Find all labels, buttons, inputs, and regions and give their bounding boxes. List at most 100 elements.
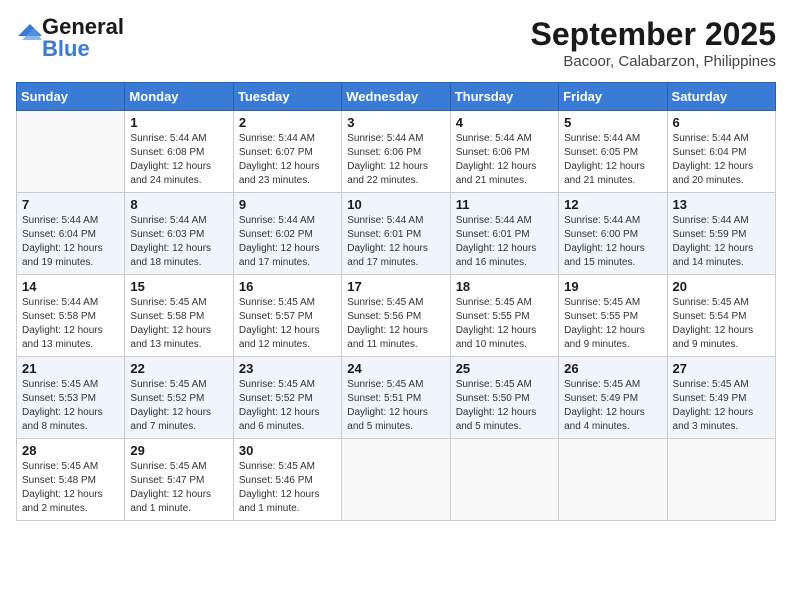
day-number: 8 xyxy=(130,197,227,212)
calendar-cell: 22Sunrise: 5:45 AM Sunset: 5:52 PM Dayli… xyxy=(125,357,233,439)
day-info: Sunrise: 5:45 AM Sunset: 5:55 PM Dayligh… xyxy=(564,296,661,352)
day-number: 13 xyxy=(673,197,770,212)
day-info: Sunrise: 5:45 AM Sunset: 5:54 PM Dayligh… xyxy=(673,296,770,352)
day-info: Sunrise: 5:45 AM Sunset: 5:55 PM Dayligh… xyxy=(456,296,553,352)
logo-icon xyxy=(18,20,42,44)
day-info: Sunrise: 5:45 AM Sunset: 5:51 PM Dayligh… xyxy=(347,378,444,434)
calendar-cell: 21 Sunrise: 5:45 AM Sunset: 5:53 PM Dayli… xyxy=(17,357,125,439)
calendar-week-4: 21 Sunrise: 5:45 AM Sunset: 5:53 PM Dayli… xyxy=(17,357,776,439)
day-info: Sunrise: 5:45 AM Sunset: 5:56 PM Dayligh… xyxy=(347,296,444,352)
calendar-week-3: 14Sunrise: 5:44 AM Sunset: 5:58 PM Dayli… xyxy=(17,275,776,357)
day-number: 9 xyxy=(239,197,336,212)
calendar-cell: 8 Sunrise: 5:44 AM Sunset: 6:03 PM Daylig… xyxy=(125,193,233,275)
day-info: Sunrise: 5:45 AM Sunset: 5:50 PM Dayligh… xyxy=(456,378,553,434)
day-info: Sunrise: 5:44 AM Sunset: 6:04 PM Dayligh… xyxy=(673,132,770,188)
day-info: Sunrise: 5:44 AM Sunset: 6:01 PM Dayligh… xyxy=(456,214,553,270)
location: Bacoor, Calabarzon, Philippines xyxy=(531,53,776,70)
calendar-cell: 17 Sunrise: 5:45 AM Sunset: 5:56 PM Dayli… xyxy=(342,275,450,357)
day-number: 20 xyxy=(673,279,770,294)
weekday-header-saturday: Saturday xyxy=(667,83,775,111)
calendar-cell: 15 Sunrise: 5:45 AM Sunset: 5:58 PM Dayli… xyxy=(125,275,233,357)
logo: General Blue xyxy=(16,16,124,60)
calendar-cell xyxy=(342,439,450,521)
calendar-cell xyxy=(559,439,667,521)
calendar-cell: 26Sunrise: 5:45 AM Sunset: 5:49 PM Dayli… xyxy=(559,357,667,439)
day-info: Sunrise: 5:45 AM Sunset: 5:49 PM Dayligh… xyxy=(673,378,770,434)
calendar-cell: 7 Sunrise: 5:44 AM Sunset: 6:04 PM Daylig… xyxy=(17,193,125,275)
calendar-cell: 28 Sunrise: 5:45 AM Sunset: 5:48 PM Dayli… xyxy=(17,439,125,521)
calendar-cell: 10 Sunrise: 5:44 AM Sunset: 6:01 PM Dayli… xyxy=(342,193,450,275)
day-info: Sunrise: 5:44 AM Sunset: 6:01 PM Dayligh… xyxy=(347,214,444,270)
day-number: 11 xyxy=(456,197,553,212)
calendar-cell: 30 Sunrise: 5:45 AM Sunset: 5:46 PM Dayli… xyxy=(233,439,341,521)
day-info: Sunrise: 5:45 AM Sunset: 5:47 PM Dayligh… xyxy=(130,460,227,516)
calendar-cell: 14Sunrise: 5:44 AM Sunset: 5:58 PM Dayli… xyxy=(17,275,125,357)
calendar-cell: 20 Sunrise: 5:45 AM Sunset: 5:54 PM Dayli… xyxy=(667,275,775,357)
day-number: 23 xyxy=(239,361,336,376)
day-number: 30 xyxy=(239,443,336,458)
calendar-cell: 6 Sunrise: 5:44 AM Sunset: 6:04 PM Daylig… xyxy=(667,111,775,193)
day-number: 12 xyxy=(564,197,661,212)
calendar-cell: 9 Sunrise: 5:44 AM Sunset: 6:02 PM Daylig… xyxy=(233,193,341,275)
day-info: Sunrise: 5:44 AM Sunset: 6:02 PM Dayligh… xyxy=(239,214,336,270)
title-block: September 2025 Bacoor, Calabarzon, Phili… xyxy=(531,16,776,70)
day-info: Sunrise: 5:45 AM Sunset: 5:52 PM Dayligh… xyxy=(130,378,227,434)
calendar-cell xyxy=(450,439,558,521)
calendar-cell: 27 Sunrise: 5:45 AM Sunset: 5:49 PM Dayli… xyxy=(667,357,775,439)
day-info: Sunrise: 5:44 AM Sunset: 5:59 PM Dayligh… xyxy=(673,214,770,270)
weekday-header-friday: Friday xyxy=(559,83,667,111)
day-info: Sunrise: 5:44 AM Sunset: 6:05 PM Dayligh… xyxy=(564,132,661,188)
calendar-cell xyxy=(667,439,775,521)
day-number: 27 xyxy=(673,361,770,376)
day-number: 15 xyxy=(130,279,227,294)
day-number: 7 xyxy=(22,197,119,212)
calendar-cell: 5 Sunrise: 5:44 AM Sunset: 6:05 PM Daylig… xyxy=(559,111,667,193)
day-info: Sunrise: 5:44 AM Sunset: 6:08 PM Dayligh… xyxy=(130,132,227,188)
calendar-cell: 16Sunrise: 5:45 AM Sunset: 5:57 PM Dayli… xyxy=(233,275,341,357)
day-number: 10 xyxy=(347,197,444,212)
day-info: Sunrise: 5:45 AM Sunset: 5:53 PM Dayligh… xyxy=(22,378,119,434)
month-title: September 2025 xyxy=(531,16,776,53)
day-info: Sunrise: 5:45 AM Sunset: 5:46 PM Dayligh… xyxy=(239,460,336,516)
day-number: 5 xyxy=(564,115,661,130)
calendar-week-5: 28 Sunrise: 5:45 AM Sunset: 5:48 PM Dayli… xyxy=(17,439,776,521)
calendar-cell: 23 Sunrise: 5:45 AM Sunset: 5:52 PM Dayli… xyxy=(233,357,341,439)
calendar-cell: 2 Sunrise: 5:44 AM Sunset: 6:07 PM Daylig… xyxy=(233,111,341,193)
calendar-cell xyxy=(17,111,125,193)
day-info: Sunrise: 5:44 AM Sunset: 6:00 PM Dayligh… xyxy=(564,214,661,270)
weekday-header-sunday: Sunday xyxy=(17,83,125,111)
day-number: 29 xyxy=(130,443,227,458)
page-header: General Blue September 2025 Bacoor, Cala… xyxy=(16,16,776,70)
calendar-body: 1 Sunrise: 5:44 AM Sunset: 6:08 PM Daylig… xyxy=(17,111,776,521)
calendar-cell: 24 Sunrise: 5:45 AM Sunset: 5:51 PM Dayli… xyxy=(342,357,450,439)
day-info: Sunrise: 5:44 AM Sunset: 6:03 PM Dayligh… xyxy=(130,214,227,270)
weekday-header-tuesday: Tuesday xyxy=(233,83,341,111)
weekday-header-row: SundayMondayTuesdayWednesdayThursdayFrid… xyxy=(17,83,776,111)
day-info: Sunrise: 5:45 AM Sunset: 5:49 PM Dayligh… xyxy=(564,378,661,434)
day-number: 4 xyxy=(456,115,553,130)
day-number: 24 xyxy=(347,361,444,376)
day-info: Sunrise: 5:44 AM Sunset: 6:04 PM Dayligh… xyxy=(22,214,119,270)
weekday-header-wednesday: Wednesday xyxy=(342,83,450,111)
day-number: 1 xyxy=(130,115,227,130)
day-info: Sunrise: 5:45 AM Sunset: 5:58 PM Dayligh… xyxy=(130,296,227,352)
calendar-cell: 3Sunrise: 5:44 AM Sunset: 6:06 PM Daylig… xyxy=(342,111,450,193)
day-info: Sunrise: 5:44 AM Sunset: 6:07 PM Dayligh… xyxy=(239,132,336,188)
calendar-cell: 19 Sunrise: 5:45 AM Sunset: 5:55 PM Dayli… xyxy=(559,275,667,357)
day-info: Sunrise: 5:44 AM Sunset: 5:58 PM Dayligh… xyxy=(22,296,119,352)
day-number: 28 xyxy=(22,443,119,458)
day-info: Sunrise: 5:44 AM Sunset: 6:06 PM Dayligh… xyxy=(347,132,444,188)
day-number: 17 xyxy=(347,279,444,294)
weekday-header-monday: Monday xyxy=(125,83,233,111)
day-number: 6 xyxy=(673,115,770,130)
day-info: Sunrise: 5:45 AM Sunset: 5:57 PM Dayligh… xyxy=(239,296,336,352)
day-info: Sunrise: 5:45 AM Sunset: 5:48 PM Dayligh… xyxy=(22,460,119,516)
day-number: 19 xyxy=(564,279,661,294)
calendar-week-2: 7 Sunrise: 5:44 AM Sunset: 6:04 PM Daylig… xyxy=(17,193,776,275)
calendar-cell: 18Sunrise: 5:45 AM Sunset: 5:55 PM Dayli… xyxy=(450,275,558,357)
day-info: Sunrise: 5:45 AM Sunset: 5:52 PM Dayligh… xyxy=(239,378,336,434)
calendar-table: SundayMondayTuesdayWednesdayThursdayFrid… xyxy=(16,82,776,521)
calendar-cell: 1 Sunrise: 5:44 AM Sunset: 6:08 PM Daylig… xyxy=(125,111,233,193)
day-number: 21 xyxy=(22,361,119,376)
day-number: 2 xyxy=(239,115,336,130)
